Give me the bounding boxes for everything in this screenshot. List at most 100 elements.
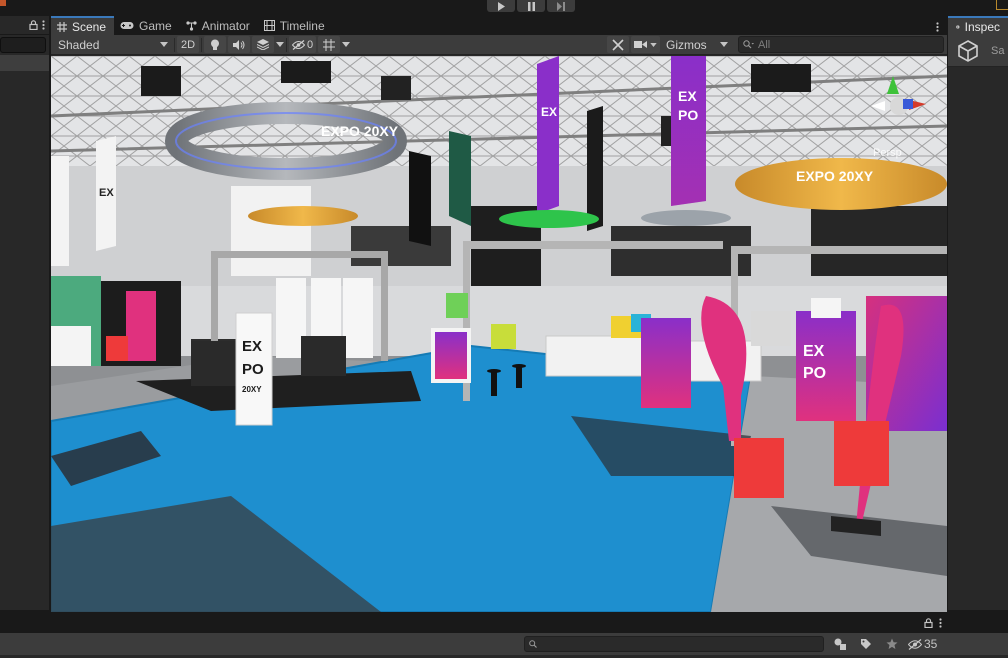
kebab-menu-icon[interactable]: [939, 618, 942, 628]
hierarchy-search-input[interactable]: [0, 37, 46, 53]
tab-menu-button[interactable]: [928, 21, 947, 35]
play-controls: [487, 0, 575, 14]
perspective-label[interactable]: Persp: [873, 147, 902, 159]
hierarchy-header: [0, 16, 49, 35]
project-toolbar: 35: [0, 633, 1008, 655]
star-icon: [886, 638, 898, 649]
draw-mode-dropdown[interactable]: Shaded: [54, 36, 172, 53]
lighting-toggle[interactable]: [204, 36, 226, 53]
step-icon: [557, 1, 565, 11]
toolbar-divider: [201, 37, 202, 52]
play-icon: [497, 1, 505, 11]
audio-toggle[interactable]: [228, 36, 250, 53]
tab-timeline[interactable]: Timeline: [258, 16, 333, 35]
timeline-icon: [263, 20, 275, 31]
inspector-object-header: Sa: [948, 35, 1008, 67]
kebab-menu-icon: [936, 22, 939, 32]
camera-icon: [634, 41, 647, 48]
hidden-packages-count: 35: [924, 637, 938, 651]
expo-banner-line3: 20XY: [242, 385, 262, 394]
filter-by-type-button[interactable]: [830, 636, 850, 652]
info-icon: [956, 24, 960, 29]
banner-text: EX: [803, 343, 825, 360]
inspector-object-name: Sa: [991, 44, 1005, 57]
lock-icon[interactable]: [924, 618, 933, 628]
pause-icon: [527, 1, 535, 11]
kebab-menu-icon[interactable]: [42, 20, 45, 30]
chevron-down-icon: [650, 42, 657, 47]
tab-inspector[interactable]: Inspec: [948, 16, 1008, 35]
scene-search-placeholder: All: [758, 38, 771, 51]
lock-icon[interactable]: [29, 20, 38, 30]
animator-icon: [186, 20, 197, 31]
layers-icon: [257, 39, 269, 50]
tools-button[interactable]: [607, 36, 629, 53]
tab-animator-label: Animator: [201, 18, 250, 33]
toggle-2d-label: 2D: [180, 38, 196, 51]
toolbar-divider: [286, 37, 287, 52]
scene-viewport[interactable]: EX EX PO 20XY EX EX PO EXPO 20XY EXPO 20…: [51, 56, 947, 612]
gizmos-label: Gizmos: [666, 37, 707, 52]
layout-badge[interactable]: [996, 0, 1008, 10]
ring-text-left: EXPO 20XY: [321, 123, 399, 139]
toggle-2d-button[interactable]: 2D: [177, 36, 199, 53]
expo-banner-line2: PO: [242, 361, 264, 378]
draw-mode-label: Shaded: [58, 37, 100, 52]
chevron-down-icon[interactable]: [276, 42, 284, 47]
lightbulb-icon: [211, 39, 219, 50]
top-toolbar: [0, 0, 1008, 16]
hidden-objects-toggle[interactable]: 0: [289, 36, 317, 53]
banner-text: EX: [541, 105, 557, 119]
camera-settings-button[interactable]: [631, 36, 660, 53]
tools-icon: [612, 38, 624, 51]
project-panel: 35: [0, 612, 1008, 658]
tab-animator[interactable]: Animator: [180, 16, 258, 35]
favorites-button[interactable]: [882, 636, 902, 652]
tab-game-label: Game: [139, 18, 172, 33]
inspector-panel: Inspec Sa: [948, 16, 1008, 610]
scene-grid-icon: [57, 21, 67, 32]
ring-text-right: EXPO 20XY: [796, 168, 874, 184]
eye-slash-icon: [292, 39, 305, 50]
search-icon: [743, 40, 754, 49]
project-search-input[interactable]: [524, 636, 824, 652]
chevron-down-icon: [720, 42, 728, 47]
toolbar-divider: [174, 37, 175, 52]
scene-toolbar: Shaded 2D 0 Gizmos All: [51, 35, 947, 55]
banner-text: PO: [678, 107, 698, 123]
scene-tabs: Scene Game Animator Timeline: [51, 16, 947, 35]
grid-icon: [323, 38, 336, 51]
gizmos-dropdown[interactable]: Gizmos: [662, 36, 732, 53]
banner-text: EX: [99, 187, 114, 199]
speaker-icon: [233, 39, 245, 50]
tag-icon: [861, 639, 871, 649]
gamepad-icon: [120, 22, 134, 29]
tab-scene-label: Scene: [72, 19, 107, 34]
expo-banner-line1: EX: [242, 338, 262, 355]
tab-timeline-label: Timeline: [279, 18, 325, 33]
hidden-count: 0: [307, 38, 314, 51]
search-icon: [529, 640, 537, 648]
scene-search-input[interactable]: All: [738, 36, 944, 53]
chevron-down-icon[interactable]: [342, 42, 351, 47]
banner-text: EX: [678, 88, 697, 104]
project-header: [0, 613, 1008, 633]
grid-toggle[interactable]: [318, 36, 341, 53]
filter-by-label-button[interactable]: [856, 636, 876, 652]
shapes-icon: [834, 638, 846, 650]
hidden-packages-toggle[interactable]: 35: [908, 637, 937, 651]
effects-toggle[interactable]: [252, 36, 274, 53]
tab-game[interactable]: Game: [114, 16, 180, 35]
unity-logo-icon: [958, 39, 978, 62]
account-badge: [0, 0, 6, 6]
expo-hall-scene: EX EX PO 20XY EX EX PO EXPO 20XY EXPO 20…: [51, 56, 947, 612]
tab-scene[interactable]: Scene: [51, 16, 115, 35]
pause-button[interactable]: [517, 0, 545, 12]
play-button[interactable]: [487, 0, 515, 12]
hierarchy-panel: [0, 16, 50, 610]
hierarchy-row-selected[interactable]: [0, 55, 49, 71]
step-button[interactable]: [547, 0, 575, 12]
chevron-down-icon: [160, 42, 168, 47]
eye-slash-icon: [908, 638, 922, 650]
banner-text: PO: [803, 365, 826, 382]
